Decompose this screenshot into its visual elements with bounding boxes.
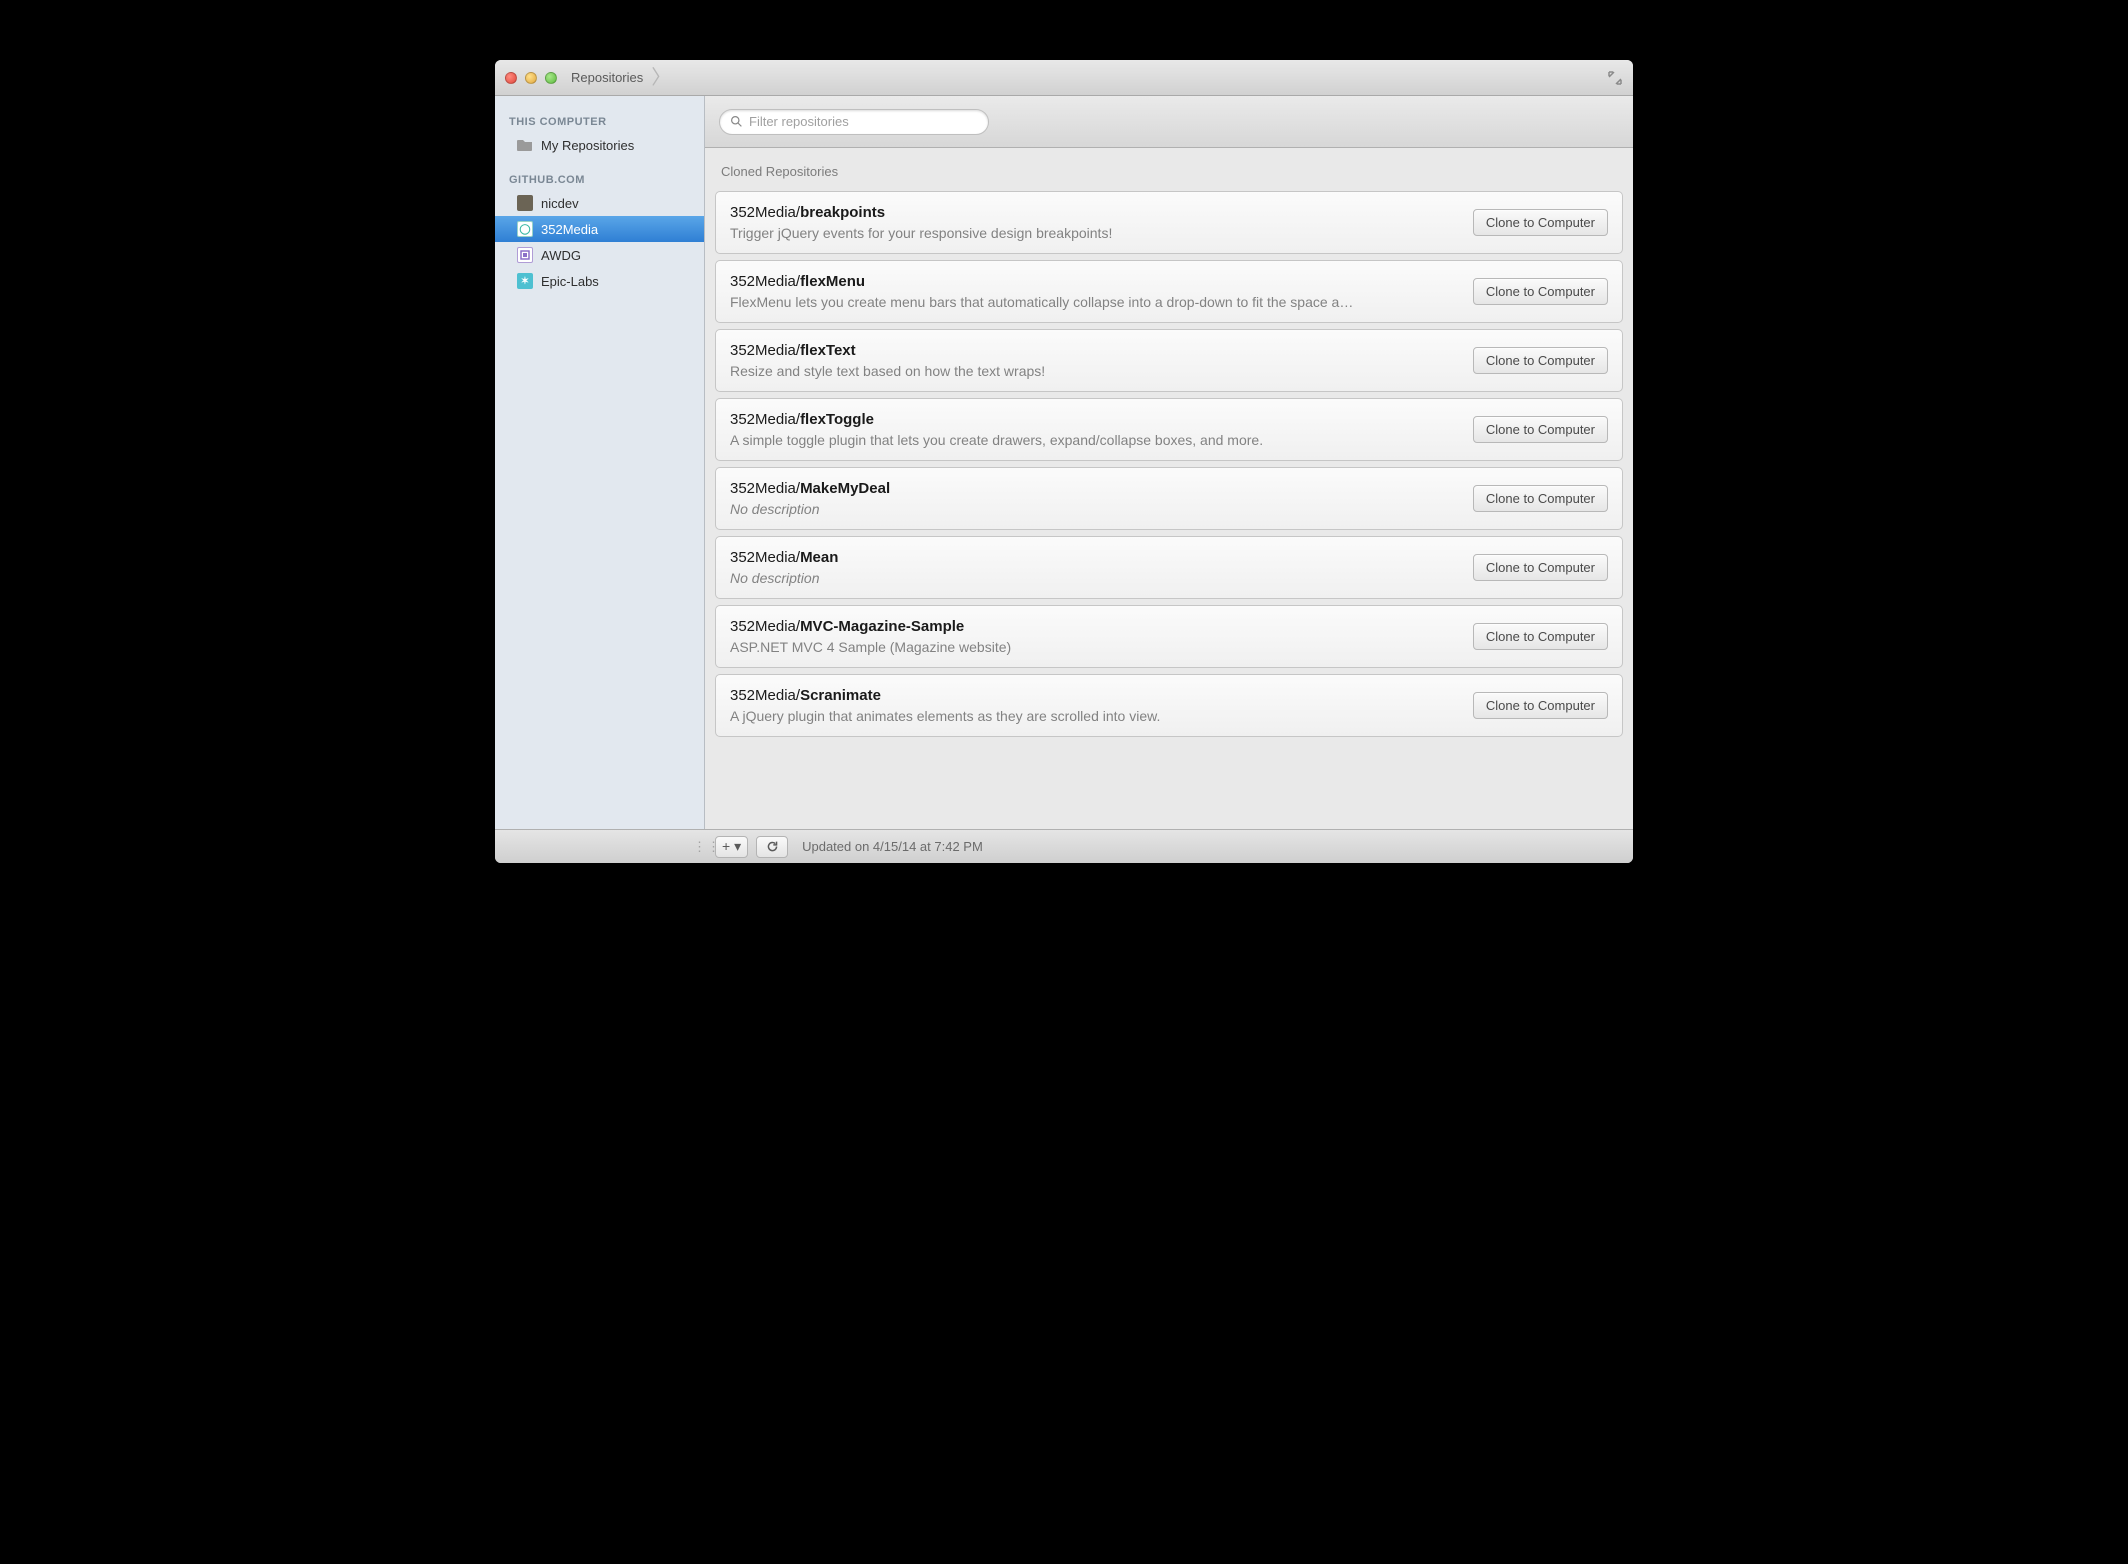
repo-name: breakpoints bbox=[800, 204, 885, 221]
repo-description: A simple toggle plugin that lets you cre… bbox=[730, 432, 1461, 448]
repo-description: Resize and style text based on how the t… bbox=[730, 363, 1461, 379]
repo-name: Mean bbox=[800, 549, 838, 566]
sidebar-section-github: GITHUB.COM bbox=[495, 168, 704, 190]
repo-owner: 352Media/ bbox=[730, 618, 800, 635]
breadcrumb[interactable]: Repositories 〉 bbox=[571, 68, 671, 88]
status-text: Updated on 4/15/14 at 7:42 PM bbox=[802, 839, 983, 854]
zoom-button[interactable] bbox=[545, 72, 557, 84]
filter-bar bbox=[705, 96, 1633, 148]
traffic-lights bbox=[505, 72, 557, 84]
close-button[interactable] bbox=[505, 72, 517, 84]
repo-info: 352Media/flexToggle A simple toggle plugi… bbox=[730, 411, 1461, 448]
repo-description: ASP.NET MVC 4 Sample (Magazine website) bbox=[730, 639, 1461, 655]
repo-name: flexMenu bbox=[800, 273, 865, 290]
clone-to-computer-button[interactable]: Clone to Computer bbox=[1473, 485, 1608, 512]
repo-description: Trigger jQuery events for your responsiv… bbox=[730, 225, 1461, 241]
repo-info: 352Media/MVC-Magazine-Sample ASP.NET MVC … bbox=[730, 618, 1461, 655]
clone-to-computer-button[interactable]: Clone to Computer bbox=[1473, 692, 1608, 719]
repo-owner: 352Media/ bbox=[730, 273, 800, 290]
clone-to-computer-button[interactable]: Clone to Computer bbox=[1473, 347, 1608, 374]
repo-card[interactable]: 352Media/breakpoints Trigger jQuery event… bbox=[715, 191, 1623, 254]
repo-owner: 352Media/ bbox=[730, 342, 800, 359]
sidebar-item-my-repositories[interactable]: My Repositories bbox=[495, 132, 704, 158]
clone-to-computer-button[interactable]: Clone to Computer bbox=[1473, 554, 1608, 581]
repo-title: 352Media/Scranimate bbox=[730, 687, 1461, 704]
org-icon bbox=[517, 247, 533, 263]
repo-owner: 352Media/ bbox=[730, 687, 800, 704]
avatar-icon bbox=[517, 195, 533, 211]
repo-owner: 352Media/ bbox=[730, 411, 800, 428]
titlebar: Repositories 〉 bbox=[495, 60, 1633, 96]
refresh-icon bbox=[766, 840, 779, 853]
repo-card[interactable]: 352Media/MVC-Magazine-Sample ASP.NET MVC … bbox=[715, 605, 1623, 668]
repo-owner: 352Media/ bbox=[730, 480, 800, 497]
filter-input-wrapper[interactable] bbox=[719, 109, 989, 135]
repo-name: Scranimate bbox=[800, 687, 881, 704]
breadcrumb-label: Repositories bbox=[571, 70, 643, 85]
repo-name: MVC-Magazine-Sample bbox=[800, 618, 964, 635]
repo-info: 352Media/Mean No description bbox=[730, 549, 1461, 586]
section-label: Cloned Repositories bbox=[705, 148, 1633, 191]
repo-info: 352Media/Scranimate A jQuery plugin that … bbox=[730, 687, 1461, 724]
repo-card[interactable]: 352Media/Mean No description Clone to Comp… bbox=[715, 536, 1623, 599]
repo-info: 352Media/breakpoints Trigger jQuery event… bbox=[730, 204, 1461, 241]
chevron-right-icon: 〉 bbox=[651, 68, 671, 88]
repo-title: 352Media/flexText bbox=[730, 342, 1461, 359]
sidebar-item-352media[interactable]: ◯ 352Media bbox=[495, 216, 704, 242]
repo-name: flexText bbox=[800, 342, 856, 359]
repo-card[interactable]: 352Media/flexText Resize and style text b… bbox=[715, 329, 1623, 392]
repo-card[interactable]: 352Media/flexMenu FlexMenu lets you creat… bbox=[715, 260, 1623, 323]
clone-to-computer-button[interactable]: Clone to Computer bbox=[1473, 416, 1608, 443]
clone-to-computer-button[interactable]: Clone to Computer bbox=[1473, 623, 1608, 650]
repo-description: No description bbox=[730, 501, 1461, 517]
fullscreen-button[interactable] bbox=[1607, 70, 1623, 86]
repo-name: flexToggle bbox=[800, 411, 874, 428]
filter-input[interactable] bbox=[749, 114, 978, 129]
repo-description: A jQuery plugin that animates elements a… bbox=[730, 708, 1461, 724]
search-icon bbox=[730, 115, 743, 128]
repo-owner: 352Media/ bbox=[730, 204, 800, 221]
clone-to-computer-button[interactable]: Clone to Computer bbox=[1473, 209, 1608, 236]
sidebar-item-label: nicdev bbox=[541, 196, 579, 211]
add-menu-button[interactable]: + ▾ bbox=[715, 836, 748, 858]
sidebar-item-epic-labs[interactable]: ✶ Epic-Labs bbox=[495, 268, 704, 294]
app-window: Repositories 〉 THIS COMPUTER My Reposito… bbox=[495, 60, 1633, 863]
repo-title: 352Media/Mean bbox=[730, 549, 1461, 566]
repo-description: FlexMenu lets you create menu bars that … bbox=[730, 294, 1461, 310]
sidebar-item-label: My Repositories bbox=[541, 138, 634, 153]
sidebar-resize-handle[interactable]: ⋮⋮ bbox=[693, 839, 707, 855]
repo-info: 352Media/MakeMyDeal No description bbox=[730, 480, 1461, 517]
sidebar-item-label: 352Media bbox=[541, 222, 598, 237]
sidebar-section-this-computer: THIS COMPUTER bbox=[495, 110, 704, 132]
repo-owner: 352Media/ bbox=[730, 549, 800, 566]
statusbar: ⋮⋮ + ▾ Updated on 4/15/14 at 7:42 PM bbox=[495, 829, 1633, 863]
sidebar-item-label: Epic-Labs bbox=[541, 274, 599, 289]
sidebar-item-nicdev[interactable]: nicdev bbox=[495, 190, 704, 216]
repo-title: 352Media/breakpoints bbox=[730, 204, 1461, 221]
clone-to-computer-button[interactable]: Clone to Computer bbox=[1473, 278, 1608, 305]
repo-info: 352Media/flexText Resize and style text b… bbox=[730, 342, 1461, 379]
repo-name: MakeMyDeal bbox=[800, 480, 890, 497]
repo-card[interactable]: 352Media/flexToggle A simple toggle plugi… bbox=[715, 398, 1623, 461]
repo-description: No description bbox=[730, 570, 1461, 586]
folder-icon bbox=[517, 137, 533, 153]
main-panel: Cloned Repositories 352Media/breakpoints… bbox=[705, 96, 1633, 829]
org-icon: ✶ bbox=[517, 273, 533, 289]
sidebar-item-label: AWDG bbox=[541, 248, 581, 263]
minimize-button[interactable] bbox=[525, 72, 537, 84]
repo-title: 352Media/MVC-Magazine-Sample bbox=[730, 618, 1461, 635]
org-icon: ◯ bbox=[517, 221, 533, 237]
sidebar: THIS COMPUTER My Repositories GITHUB.COM… bbox=[495, 96, 705, 829]
repo-title: 352Media/MakeMyDeal bbox=[730, 480, 1461, 497]
repo-card[interactable]: 352Media/MakeMyDeal No description Clone t… bbox=[715, 467, 1623, 530]
refresh-button[interactable] bbox=[756, 836, 788, 858]
sidebar-item-awdg[interactable]: AWDG bbox=[495, 242, 704, 268]
repo-info: 352Media/flexMenu FlexMenu lets you creat… bbox=[730, 273, 1461, 310]
repo-title: 352Media/flexToggle bbox=[730, 411, 1461, 428]
repo-list[interactable]: 352Media/breakpoints Trigger jQuery event… bbox=[705, 191, 1633, 829]
repo-card[interactable]: 352Media/Scranimate A jQuery plugin that … bbox=[715, 674, 1623, 737]
repo-title: 352Media/flexMenu bbox=[730, 273, 1461, 290]
